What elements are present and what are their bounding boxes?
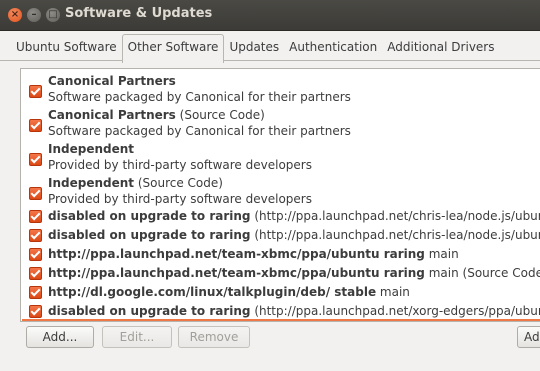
window-maximize-button[interactable]: □ bbox=[46, 8, 60, 22]
source-name: Independent bbox=[48, 176, 135, 190]
source-suffix: (http://ppa.launchpad.net/chris-lea/node… bbox=[254, 209, 540, 223]
source-name: http://dl.google.com/linux/talkplugin/de… bbox=[48, 285, 377, 299]
source-suffix: main bbox=[424, 247, 459, 261]
list-item[interactable]: http://ppa.launchpad.net/team-xbmc/ppa/u… bbox=[21, 265, 540, 284]
source-name: Canonical Partners bbox=[48, 74, 176, 88]
source-name: disabled on upgrade to raring bbox=[48, 304, 251, 318]
source-suffix: (Source Code) bbox=[134, 176, 223, 190]
list-item[interactable]: Canonical Partners (Source Code) Softwar… bbox=[21, 108, 540, 140]
list-scroll-indicator bbox=[22, 319, 540, 321]
checkbox-enabled[interactable] bbox=[29, 85, 42, 98]
source-suffix: main bbox=[376, 285, 410, 299]
tab-authentication[interactable]: Authentication bbox=[284, 36, 382, 60]
checkbox-enabled[interactable] bbox=[29, 153, 42, 166]
tab-panel-border bbox=[0, 60, 540, 61]
checkbox-enabled[interactable] bbox=[29, 267, 42, 280]
source-name: disabled on upgrade to raring bbox=[48, 228, 251, 242]
list-item[interactable]: Canonical Partners Software packaged by … bbox=[21, 74, 540, 106]
window-minimize-button[interactable]: – bbox=[27, 8, 41, 22]
source-description: Provided by third-party software develop… bbox=[48, 158, 312, 172]
list-item[interactable]: disabled on upgrade to raring (http://pp… bbox=[21, 227, 540, 246]
tab-other-software[interactable]: Other Software bbox=[121, 34, 225, 63]
source-description: Provided by third-party software develop… bbox=[48, 192, 312, 206]
source-description: Software packaged by Canonical for their… bbox=[48, 124, 351, 138]
software-sources-list[interactable]: Canonical Partners Software packaged by … bbox=[20, 68, 540, 322]
list-item[interactable]: Independent Provided by third-party soft… bbox=[21, 142, 540, 174]
checkbox-enabled[interactable] bbox=[29, 286, 42, 299]
list-item[interactable]: Independent (Source Code) Provided by th… bbox=[21, 176, 540, 208]
window-title: Software & Updates bbox=[65, 6, 213, 21]
list-item[interactable]: disabled on upgrade to raring (http://pp… bbox=[21, 208, 540, 227]
tab-ubuntu-software[interactable]: Ubuntu Software bbox=[11, 36, 122, 60]
source-suffix: (http://ppa.launchpad.net/xorg-edgers/pp… bbox=[254, 304, 540, 318]
tab-additional-drivers[interactable]: Additional Drivers bbox=[382, 36, 499, 60]
window-close-button[interactable]: × bbox=[8, 8, 22, 22]
checkbox-enabled[interactable] bbox=[29, 187, 42, 200]
checkbox-enabled[interactable] bbox=[29, 210, 42, 223]
source-name: Canonical Partners bbox=[48, 108, 176, 122]
checkbox-enabled[interactable] bbox=[29, 305, 42, 318]
list-item[interactable]: http://ppa.launchpad.net/team-xbmc/ppa/u… bbox=[21, 246, 540, 265]
source-description: Software packaged by Canonical for their… bbox=[48, 90, 351, 104]
source-name: http://ppa.launchpad.net/team-xbmc/ppa/u… bbox=[48, 247, 425, 261]
add-volume-button[interactable]: Ad bbox=[517, 326, 540, 348]
remove-button[interactable]: Remove bbox=[178, 326, 250, 348]
source-name: Independent bbox=[48, 142, 135, 156]
list-item[interactable]: http://dl.google.com/linux/talkplugin/de… bbox=[21, 284, 540, 303]
source-suffix: main (Source Code) bbox=[424, 266, 540, 280]
source-suffix: (http://ppa.launchpad.net/chris-lea/node… bbox=[254, 228, 540, 242]
source-name: disabled on upgrade to raring bbox=[48, 209, 251, 223]
edit-button[interactable]: Edit... bbox=[102, 326, 172, 348]
source-suffix: (Source Code) bbox=[175, 108, 265, 122]
checkbox-enabled[interactable] bbox=[29, 248, 42, 261]
add-button[interactable]: Add... bbox=[26, 326, 94, 348]
checkbox-enabled[interactable] bbox=[29, 119, 42, 132]
source-name: http://ppa.launchpad.net/team-xbmc/ppa/u… bbox=[48, 266, 425, 280]
tab-updates[interactable]: Updates bbox=[224, 36, 284, 60]
window-titlebar: × – □ Software & Updates bbox=[0, 0, 540, 31]
checkbox-enabled[interactable] bbox=[29, 229, 42, 242]
tab-bar: Ubuntu Software Other Software Updates A… bbox=[11, 34, 499, 63]
